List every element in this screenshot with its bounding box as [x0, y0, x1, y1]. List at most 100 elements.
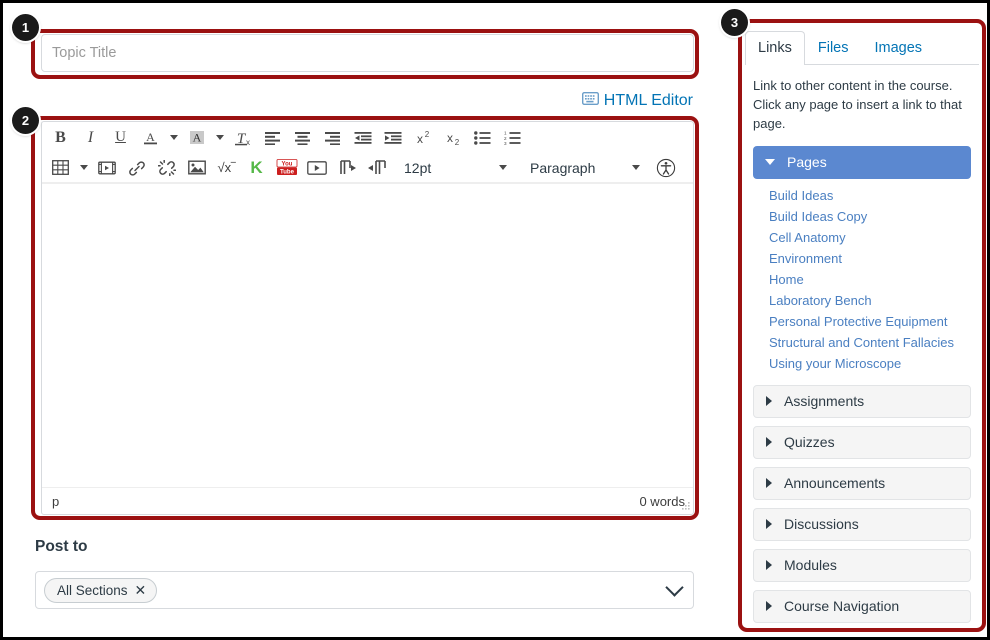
align-center-button[interactable]	[288, 125, 317, 151]
font-size-select[interactable]: 12pt	[398, 155, 513, 181]
youtube-button[interactable]: You Tube	[272, 155, 301, 181]
page-link[interactable]: Laboratory Bench	[753, 290, 971, 311]
chevron-down-icon[interactable]	[665, 578, 684, 597]
keyboard-icon	[581, 91, 599, 110]
svg-text:2: 2	[454, 138, 459, 146]
page-link[interactable]: Build Ideas	[753, 185, 971, 206]
group-discussions[interactable]: Discussions	[753, 507, 971, 541]
page-link[interactable]: Welcome	[753, 374, 971, 377]
accessibility-checker-button[interactable]	[651, 155, 680, 181]
editor-content-area[interactable]	[42, 186, 693, 487]
unlink-button[interactable]	[152, 155, 181, 181]
chevron-down-icon	[215, 135, 224, 140]
highlight-color-button[interactable]: A	[182, 125, 211, 151]
math-equation-button[interactable]: √x‾	[212, 155, 241, 181]
subscript-button[interactable]: x 2	[438, 125, 467, 151]
svg-text:A: A	[192, 130, 201, 144]
triangle-right-icon	[766, 437, 772, 448]
topic-title-input[interactable]: Topic Title	[41, 34, 694, 72]
clear-formatting-button[interactable]: T x	[228, 125, 257, 151]
rich-content-editor: B I U A A T x x 2 x 2 1 2 3 √x‾ K You Tu…	[41, 121, 694, 515]
text-color-dropdown[interactable]	[166, 125, 181, 151]
discussion-form: Topic Title HTML Editor B I U A A T x x …	[33, 3, 701, 637]
group-modules[interactable]: Modules	[753, 548, 971, 582]
html-editor-link[interactable]: HTML Editor	[581, 91, 693, 110]
ltr-direction-button[interactable]	[332, 155, 361, 181]
triangle-right-icon	[766, 601, 772, 612]
group-quizzes[interactable]: Quizzes	[753, 425, 971, 459]
chevron-down-icon	[632, 165, 640, 170]
chevron-down-icon	[499, 165, 507, 170]
group-assignments[interactable]: Assignments	[753, 384, 971, 418]
italic-button[interactable]: I	[76, 125, 105, 151]
block-format-value: Paragraph	[530, 159, 596, 176]
svg-text:2: 2	[424, 130, 429, 139]
tab-links[interactable]: Links	[745, 31, 805, 65]
post-to-label: Post to	[35, 538, 88, 555]
highlight-color-dropdown[interactable]	[212, 125, 227, 151]
triangle-right-icon	[766, 396, 772, 407]
chevron-down-icon	[79, 165, 88, 170]
html-editor-label: HTML Editor	[603, 92, 693, 109]
editor-toolbar-row-1: B I U A A T x x 2 x 2 1 2 3	[42, 122, 693, 153]
numbered-list-button[interactable]: 1 2 3	[498, 125, 527, 151]
annotation-badge-3: 3	[721, 9, 748, 36]
page-link[interactable]: Using your Microscope	[753, 353, 971, 374]
media-button[interactable]	[92, 155, 121, 181]
tab-files[interactable]: Files	[805, 31, 862, 65]
table-button[interactable]	[46, 155, 75, 181]
section-pill[interactable]: All Sections ✕	[44, 577, 158, 603]
image-button[interactable]	[182, 155, 211, 181]
section-pill-label: All Sections	[57, 582, 128, 598]
rtl-direction-button[interactable]	[362, 155, 391, 181]
group-label: Course Navigation	[784, 598, 900, 615]
tab-images[interactable]: Images	[861, 31, 935, 65]
link-button[interactable]	[122, 155, 151, 181]
text-color-button[interactable]: A	[136, 125, 165, 151]
align-right-button[interactable]	[318, 125, 347, 151]
svg-text:Tube: Tube	[280, 170, 295, 176]
remove-section-icon[interactable]: ✕	[135, 583, 147, 597]
page-link[interactable]: Build Ideas Copy	[753, 206, 971, 227]
page-link[interactable]: Structural and Content Fallacies	[753, 332, 971, 353]
video-embed-button[interactable]	[302, 155, 331, 181]
indent-button[interactable]	[378, 125, 407, 151]
page-link[interactable]: Cell Anatomy	[753, 227, 971, 248]
screenshot-root: Topic Title HTML Editor B I U A A T x x …	[0, 0, 990, 640]
group-label: Assignments	[784, 393, 865, 410]
sidebar-description: Link to other content in the course. Cli…	[753, 78, 962, 131]
content-selector-sidebar: Links Files Images Link to other content…	[745, 25, 979, 629]
resize-grip[interactable]	[679, 501, 691, 513]
align-left-button[interactable]	[258, 125, 287, 151]
bullet-list-button[interactable]	[468, 125, 497, 151]
block-format-select[interactable]: Paragraph	[524, 155, 646, 181]
bold-button[interactable]: B	[46, 125, 75, 151]
editor-status-bar: p 0 words	[42, 487, 693, 514]
table-dropdown[interactable]	[76, 155, 91, 181]
svg-text:A: A	[146, 130, 155, 144]
sidebar-tabs: Links Files Images	[745, 25, 979, 65]
svg-text:x: x	[246, 138, 250, 147]
superscript-button[interactable]: x 2	[408, 125, 437, 151]
svg-text:3: 3	[504, 140, 507, 144]
pages-group-header[interactable]: Pages	[753, 145, 971, 179]
triangle-right-icon	[766, 478, 772, 489]
pages-group-label: Pages	[787, 154, 827, 171]
svg-text:You: You	[281, 162, 292, 168]
post-to-select[interactable]: All Sections ✕	[35, 571, 694, 609]
group-announcements[interactable]: Announcements	[753, 466, 971, 500]
chevron-down-icon	[169, 135, 178, 140]
kaltura-button[interactable]: K	[242, 155, 271, 181]
page-link[interactable]: Home	[753, 269, 971, 290]
page-link[interactable]: Environment	[753, 248, 971, 269]
annotation-badge-1: 1	[12, 14, 39, 41]
group-label: Announcements	[784, 475, 886, 492]
group-course-navigation[interactable]: Course Navigation	[753, 589, 971, 623]
group-label: Quizzes	[784, 434, 835, 451]
svg-text:x: x	[417, 132, 423, 146]
pages-link-list[interactable]: Build Ideas Build Ideas Copy Cell Anatom…	[753, 185, 971, 377]
group-label: Modules	[784, 557, 837, 574]
outdent-button[interactable]	[348, 125, 377, 151]
underline-button[interactable]: U	[106, 125, 135, 151]
page-link[interactable]: Personal Protective Equipment	[753, 311, 971, 332]
